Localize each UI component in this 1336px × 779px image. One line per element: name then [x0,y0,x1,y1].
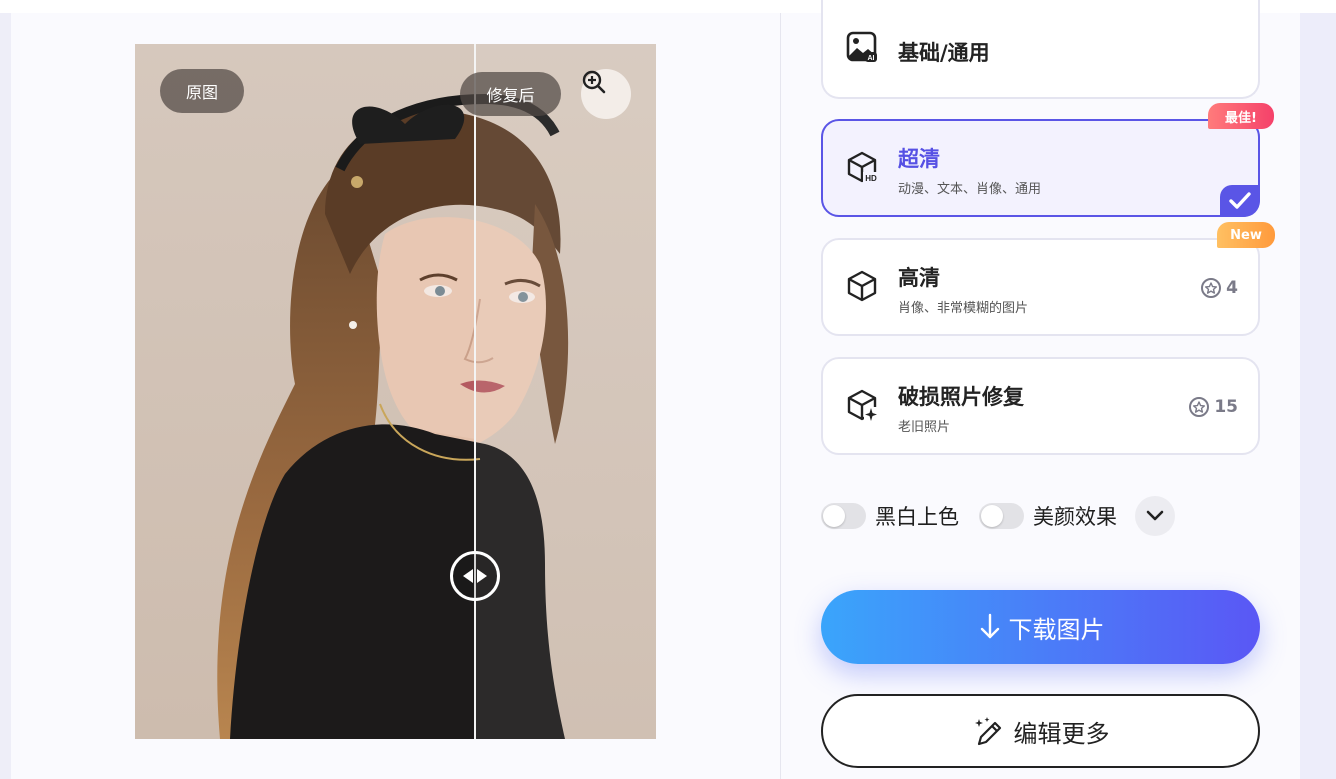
chevron-down-icon [1146,510,1164,521]
download-label: 下载图片 [1008,615,1105,644]
mode-card-damaged-repair[interactable]: 破损照片修复 老旧照片 15 [821,357,1260,455]
selected-check-icon [1220,185,1260,217]
zoom-in-button[interactable] [581,69,631,119]
beautify-toggle[interactable] [979,503,1024,529]
mode-card-hd[interactable]: 高清 肖像、非常模糊的图片 4 [821,238,1260,336]
download-button[interactable]: 下载图片 [821,590,1260,664]
mode-cost: 15 [1188,396,1238,418]
mode-subtitle: 肖像、非常模糊的图片 [898,301,1029,316]
mode-card-ultra-hd[interactable]: HD 超清 动漫、文本、肖像、通用 [821,119,1260,217]
download-arrow-icon [980,613,999,639]
colorize-label: 黑白上色 [875,505,959,529]
toggle-knob [981,505,1003,527]
hd-cube-icon: HD [847,151,879,183]
mode-card-basic[interactable]: AI 基础/通用 [821,0,1260,99]
new-badge: New [1217,222,1275,248]
best-badge: 最佳! [1208,103,1274,129]
cube-icon [847,270,877,302]
mode-subtitle: 动漫、文本、肖像、通用 [898,182,1042,197]
panel-divider [780,13,781,779]
zoom-in-icon [582,70,606,94]
edit-more-button[interactable]: 编辑更多 [821,694,1260,768]
mode-title: 超清 [898,147,940,171]
split-line[interactable] [474,44,476,739]
before-label: 原图 [160,69,244,113]
toggle-knob [823,505,845,527]
ai-image-icon: AI [846,31,877,62]
after-label: 修复后 [460,72,561,116]
mode-title: 高清 [898,266,940,290]
right-scroll-gutter[interactable] [1300,13,1336,779]
mode-cost-value: 15 [1214,397,1238,417]
mode-title: 破损照片修复 [898,385,1024,409]
svg-text:AI: AI [868,55,875,62]
before-after-compare-view[interactable]: 原图 修复后 [135,44,656,739]
expand-options-button[interactable] [1135,496,1175,536]
left-gutter [0,13,11,779]
cube-sparkle-icon [847,389,879,422]
mode-cost: 4 [1200,277,1238,299]
magic-pen-icon [974,717,1001,746]
credit-coin-icon [1201,278,1222,298]
after-side-overlay [475,44,656,739]
left-right-arrows-icon[interactable] [450,551,500,601]
credit-coin-icon [1189,397,1210,417]
mode-cost-value: 4 [1226,278,1238,298]
mode-title: 基础/通用 [898,41,990,65]
beautify-label: 美颜效果 [1033,505,1117,529]
enhance-options: 黑白上色 美颜效果 [821,496,1175,536]
svg-text:HD: HD [865,174,877,183]
colorize-toggle[interactable] [821,503,866,529]
mode-subtitle: 老旧照片 [898,420,951,435]
edit-more-label: 编辑更多 [1013,719,1110,748]
